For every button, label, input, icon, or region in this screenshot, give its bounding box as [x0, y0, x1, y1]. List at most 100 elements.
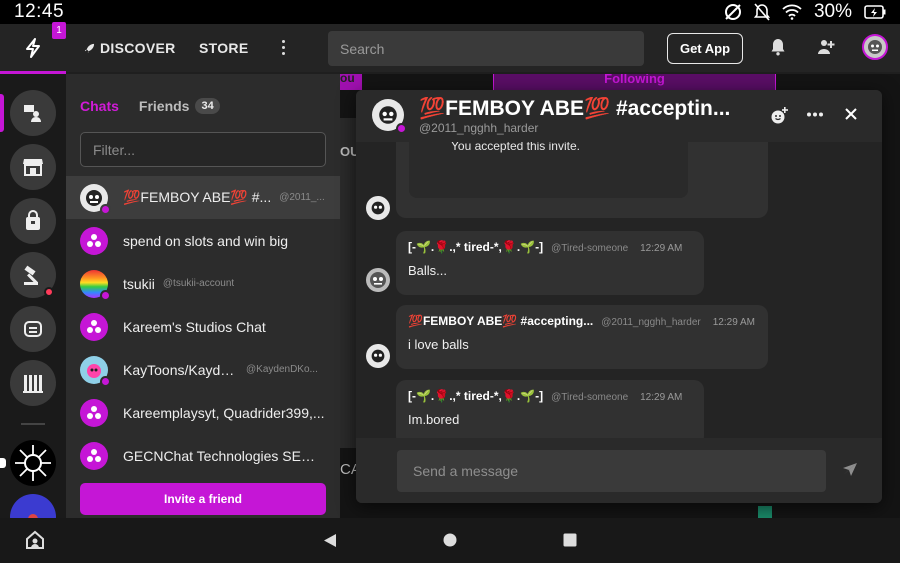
message-text: Balls... [408, 263, 448, 278]
chat-handle: @KaydenDKo... [246, 364, 318, 375]
add-friend-icon[interactable] [815, 38, 835, 56]
tab-friends[interactable]: Friends 34 [139, 98, 220, 114]
chat-name: Kareem's Studios Chat [123, 318, 266, 335]
message-author[interactable]: [-🌱.🌹.,* tired-*,🌹.🌱-] [408, 389, 543, 403]
add-reaction-icon[interactable] [770, 107, 788, 125]
message-avatar[interactable] [366, 268, 390, 292]
storefront-icon [23, 159, 43, 176]
filter-input[interactable] [80, 132, 326, 167]
send-icon[interactable] [842, 461, 858, 477]
system-navigation-bar [0, 518, 900, 563]
robot-chat-icon [24, 321, 42, 337]
message-time: 12:29 AM [640, 243, 683, 254]
message-handle: @2011_ngghh_harder [601, 317, 701, 328]
chat-avatar [80, 183, 111, 215]
avatar-face-icon [868, 40, 882, 54]
more-menu-icon[interactable] [274, 36, 292, 58]
rail-item-profile[interactable] [10, 90, 56, 136]
online-status-dot [100, 289, 111, 301]
chat-row[interactable]: spend on slots and win big [66, 219, 340, 262]
nav-discover[interactable]: DISCOVER [84, 40, 176, 56]
message-avatar[interactable] [366, 344, 390, 368]
wifi-icon [782, 4, 802, 20]
recents-icon[interactable] [563, 533, 577, 547]
chat-row[interactable]: GECNChat Technologies SEQ... [66, 434, 340, 477]
status-time: 12:45 [14, 1, 65, 22]
bg-tab-following[interactable]: Following [493, 74, 776, 90]
hammer-icon [24, 265, 38, 285]
group-chat-icon [87, 319, 101, 333]
bell-icon[interactable] [770, 38, 786, 56]
back-icon[interactable] [323, 533, 337, 548]
server-star-icon [15, 445, 51, 481]
alarm-off-icon [724, 4, 741, 20]
close-icon[interactable] [845, 108, 857, 120]
popup-title: 💯FEMBOY ABE💯 #acceptin... [419, 97, 731, 120]
search-input[interactable] [328, 31, 644, 66]
status-bar: 12:45 30% [0, 0, 900, 24]
notification-badge: 1 [52, 22, 66, 39]
chat-row[interactable]: Kareem's Studios Chat [66, 305, 340, 348]
more-options-icon[interactable] [807, 112, 823, 117]
chat-handle: @2011_... [279, 192, 325, 203]
message-input[interactable] [397, 450, 826, 492]
rail-item-store[interactable] [10, 144, 56, 190]
message-header: 💯FEMBOY ABE💯 #accepting... @2011_ngghh_h… [408, 314, 756, 328]
home-logo-button[interactable]: 1 [0, 22, 66, 74]
chat-tabs: Chats Friends 34 [80, 98, 220, 114]
message-header: [-🌱.🌹.,* tired-*,🌹.🌱-] @Tired-someone 12… [408, 240, 692, 254]
rail-unread-indicator [0, 458, 6, 468]
chat-name: Kareemplaysyt, Quadrider399,... [123, 404, 325, 421]
message-author[interactable]: 💯FEMBOY ABE💯 #accepting... [408, 314, 593, 328]
battery-charging-icon [864, 5, 886, 19]
battery-level: 30% [813, 1, 852, 22]
character-avatar-icon [371, 349, 385, 363]
tab-chats[interactable]: Chats [80, 98, 119, 114]
server-rail [0, 74, 66, 540]
message-bubble: 💯FEMBOY ABE💯 #accepting... @2011_ngghh_h… [396, 305, 768, 369]
popup-header: 💯FEMBOY ABE💯 #acceptin... @2011_ngghh_ha… [356, 90, 882, 142]
rail-item-library[interactable] [10, 360, 56, 406]
chat-avatar [80, 312, 108, 341]
rocket-icon [84, 43, 95, 53]
character-avatar-icon [371, 201, 385, 215]
chat-row[interactable]: Kareemplaysyt, Quadrider399,... [66, 391, 340, 434]
invite-accepted-text: You accepted this invite. [451, 142, 580, 153]
chat-row[interactable]: KayToons/Kayde... @KaydenDKo... [66, 348, 340, 391]
message-handle: @Tired-someone [551, 392, 629, 403]
message-header: [-🌱.🌹.,* tired-*,🌹.🌱-] @Tired-someone 12… [408, 389, 692, 403]
get-app-button[interactable]: Get App [667, 33, 743, 64]
rail-active-indicator [0, 94, 4, 132]
rail-server-star[interactable] [10, 440, 56, 486]
online-status-dot [100, 375, 111, 387]
shopping-bag-icon [26, 210, 40, 230]
user-avatar[interactable] [862, 34, 888, 60]
status-icons: 30% [724, 1, 886, 23]
popup-avatar[interactable] [372, 99, 407, 134]
chat-row[interactable]: tsukii @tsukii-account [66, 262, 340, 305]
user-pin-icon [24, 105, 41, 122]
invite-friend-button[interactable]: Invite a friend [80, 483, 326, 515]
guilded-lightning-logo-icon [26, 38, 40, 58]
group-chat-icon [87, 405, 101, 419]
home-app-icon[interactable] [24, 529, 46, 551]
chat-popup: 💯FEMBOY ABE💯 #acceptin... @2011_ngghh_ha… [356, 90, 882, 503]
message-author[interactable]: [-🌱.🌹.,* tired-*,🌹.🌱-] [408, 240, 543, 254]
chat-avatar [80, 441, 108, 470]
message-avatar[interactable] [366, 196, 390, 220]
online-status-dot [100, 203, 111, 215]
rail-item-support[interactable] [10, 306, 56, 352]
rail-item-shop[interactable] [10, 198, 56, 244]
nav-store[interactable]: STORE [199, 40, 248, 56]
rail-separator [21, 423, 45, 425]
bg-tab[interactable]: ou [340, 74, 362, 90]
message-bubble: [-🌱.🌹.,* tired-*,🌹.🌱-] @Tired-someone 12… [396, 231, 704, 295]
home-icon[interactable] [443, 533, 457, 547]
chat-name: KayToons/Kayde... [123, 361, 238, 378]
top-navigation: 1 DISCOVER STORE Get App [0, 22, 900, 74]
invite-card: You accepted this invite. [396, 142, 768, 218]
bg-decoration [758, 506, 772, 518]
online-status-dot [396, 123, 407, 134]
chat-row[interactable]: 💯FEMBOY ABE💯 #... @2011_... [66, 176, 340, 219]
library-books-icon [23, 375, 43, 393]
